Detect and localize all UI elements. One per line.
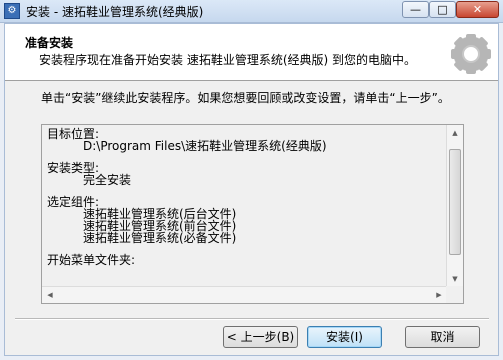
wizard-header: 准备安装 安装程序现在准备开始安装 速拓鞋业管理系统(经典版) 到您的电脑中。 <box>5 24 498 81</box>
install-button[interactable]: 安装(I) <box>307 326 382 348</box>
horizontal-scrollbar[interactable]: ◀ ▶ <box>42 286 447 303</box>
minimize-button[interactable]: — <box>402 1 429 18</box>
component-item: 速拓鞋业管理系统(必备文件) <box>83 231 237 245</box>
scrollbar-corner <box>446 286 463 303</box>
installer-app-icon: ⚙ <box>4 3 20 19</box>
scroll-left-arrow-icon[interactable]: ◀ <box>42 287 58 303</box>
window-title: 安装 - 速拓鞋业管理系统(经典版) <box>26 5 204 19</box>
footer-divider <box>15 318 489 320</box>
destination-value: D:\Program Files\速拓鞋业管理系统(经典版) <box>83 139 327 153</box>
instruction-text: 单击“安装”继续此安装程序。如果您想要回顾或改变设置，请单击“上一步”。 <box>41 91 450 105</box>
vertical-scrollbar[interactable]: ▲ ▼ <box>446 125 463 287</box>
gear-icon <box>451 34 491 74</box>
page-subtitle: 安装程序现在准备开始安装 速拓鞋业管理系统(经典版) 到您的电脑中。 <box>39 53 416 67</box>
vertical-scroll-thumb[interactable] <box>449 149 461 255</box>
settings-summary-memo[interactable]: 目标位置: D:\Program Files\速拓鞋业管理系统(经典版) 安装类… <box>41 124 464 304</box>
close-button[interactable]: ✕ <box>456 1 499 18</box>
scroll-down-arrow-icon[interactable]: ▼ <box>447 271 463 287</box>
title-bar: ⚙ 安装 - 速拓鞋业管理系统(经典版) — □ ✕ <box>0 0 503 23</box>
cancel-button[interactable]: 取消 <box>405 326 480 348</box>
maximize-button[interactable]: □ <box>429 1 456 18</box>
back-button[interactable]: < 上一步(B) <box>223 326 298 348</box>
start-menu-folder-label: 开始菜单文件夹: <box>47 253 136 267</box>
scroll-right-arrow-icon[interactable]: ▶ <box>431 287 447 303</box>
page-title: 准备安装 <box>25 36 74 50</box>
settings-summary-content: 目标位置: D:\Program Files\速拓鞋业管理系统(经典版) 安装类… <box>47 128 442 266</box>
install-type-value: 完全安装 <box>83 173 132 187</box>
installer-window: 准备安装 安装程序现在准备开始安装 速拓鞋业管理系统(经典版) 到您的电脑中。 … <box>4 23 499 356</box>
scroll-up-arrow-icon[interactable]: ▲ <box>447 125 463 141</box>
